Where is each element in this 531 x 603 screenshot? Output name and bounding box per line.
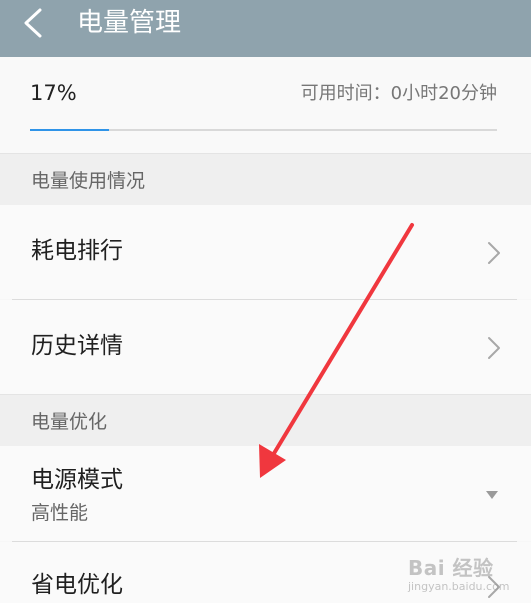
battery-status-panel: 17% 可用时间：0小时20分钟 [0, 57, 531, 153]
row-history-details-label: 历史详情 [31, 333, 123, 359]
row-save-power[interactable]: 省电优化 [0, 542, 531, 603]
row-power-ranking-label: 耗电排行 [31, 238, 123, 264]
page-title: 电量管理 [77, 8, 182, 38]
chevron-right-icon [488, 242, 500, 264]
section-header-usage: 电量使用情况 [0, 153, 531, 206]
chevron-right-icon [488, 337, 500, 359]
back-arrow-icon [24, 8, 42, 38]
row-power-mode[interactable]: 电源模式 高性能 [0, 446, 531, 541]
battery-percent: 17% [30, 81, 77, 105]
back-button[interactable] [18, 6, 52, 40]
title-bar: 电量管理 [0, 0, 531, 57]
battery-progress-fill [30, 129, 110, 131]
section-header-optimize: 电量优化 [0, 394, 531, 447]
row-history-details[interactable]: 历史详情 [0, 300, 531, 394]
section-title-optimize: 电量优化 [31, 411, 108, 433]
section-title-usage: 电量使用情况 [31, 170, 146, 192]
row-power-mode-value: 高性能 [31, 502, 89, 524]
dropdown-triangle-icon [486, 491, 498, 499]
row-save-power-label: 省电优化 [31, 572, 123, 598]
row-power-ranking[interactable]: 耗电排行 [0, 205, 531, 299]
chevron-right-icon [488, 576, 500, 598]
available-time: 可用时间：0小时20分钟 [300, 83, 497, 104]
row-power-mode-label: 电源模式 [31, 467, 123, 493]
battery-progress-bar [30, 129, 497, 131]
